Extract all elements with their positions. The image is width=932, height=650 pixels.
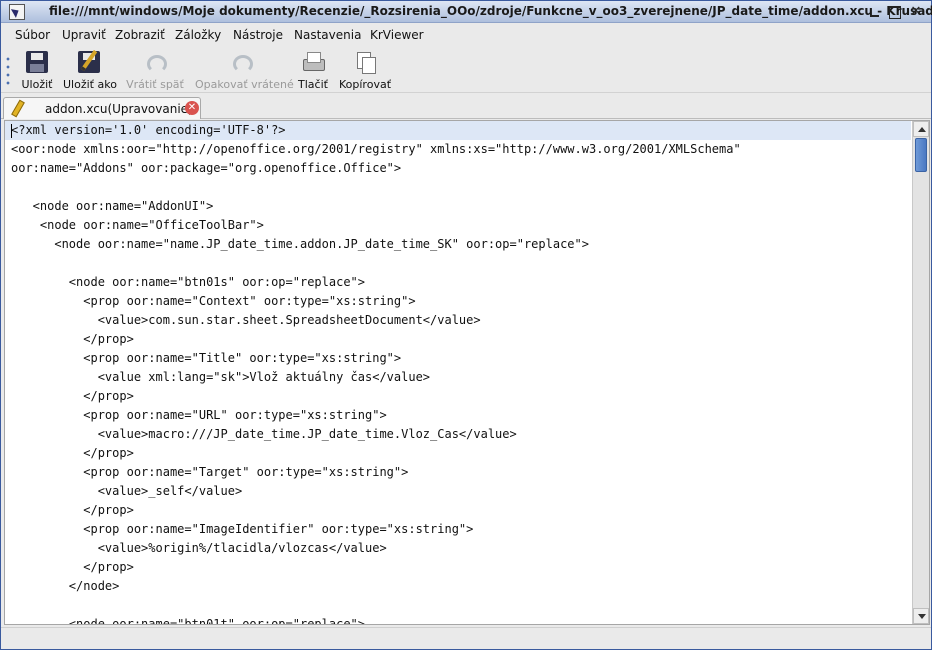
save-as-icon [78, 51, 100, 73]
code-line[interactable]: </prop> [5, 387, 911, 406]
code-line[interactable]: <value>macro:///JP_date_time.JP_date_tim… [5, 425, 911, 444]
code-line[interactable]: <value xml:lang="sk">Vlož aktuálny čas</… [5, 368, 911, 387]
code-line[interactable]: <prop oor:name="URL" oor:type="xs:string… [5, 406, 911, 425]
menu-zalozky[interactable]: Záložky [175, 28, 221, 42]
redo-icon [230, 51, 253, 73]
code-line[interactable]: <node oor:name="btn01t" oor:op="replace"… [5, 615, 911, 624]
save-as-button[interactable]: Uložiť ako [63, 51, 117, 91]
code-line[interactable]: <node oor:name="btn01s" oor:op="replace"… [5, 273, 911, 292]
maximize-button[interactable] [887, 4, 903, 20]
undo-icon [144, 51, 167, 73]
menu-zobrazit[interactable]: Zobraziť [115, 28, 165, 42]
close-button[interactable]: ✕ [908, 4, 924, 20]
krusader-editor-window: file:///mnt/windows/Moje dokumenty/Recen… [0, 0, 932, 650]
code-line[interactable]: </prop> [5, 558, 911, 577]
code-line[interactable]: <prop oor:name="Title" oor:type="xs:stri… [5, 349, 911, 368]
code-area[interactable]: <?xml version='1.0' encoding='UTF-8'?> <o… [5, 121, 911, 624]
code-line[interactable]: <value>_self</value> [5, 482, 911, 501]
print-button[interactable]: Tlačiť [297, 51, 329, 91]
code-line[interactable] [5, 254, 911, 273]
scroll-down-arrow-icon[interactable] [913, 608, 929, 624]
pencil-icon [10, 100, 22, 116]
code-line[interactable]: </prop> [5, 501, 911, 520]
save-as-label: Uložiť ako [63, 78, 117, 91]
vertical-scrollbar[interactable] [912, 121, 929, 624]
code-line[interactable]: </node> [5, 577, 911, 596]
printer-icon [302, 51, 325, 73]
code-line[interactable] [5, 596, 911, 615]
code-line[interactable]: <prop oor:name="Target" oor:type="xs:str… [5, 463, 911, 482]
code-line[interactable]: <value>%origin%/tlacidla/vlozcas</value> [5, 539, 911, 558]
menu-krviewer[interactable]: KrViewer [370, 28, 424, 42]
tab-bar: addon.xcu(Upravovanie) ✕ [1, 93, 931, 119]
code-line[interactable]: <?xml version='1.0' encoding='UTF-8'?> [5, 121, 911, 140]
code-line[interactable]: <prop oor:name="Context" oor:type="xs:st… [5, 292, 911, 311]
floppy-disk-icon [26, 51, 48, 73]
tab-close-icon[interactable]: ✕ [185, 101, 199, 115]
text-caret [11, 124, 12, 138]
redo-button[interactable]: Opakovať vrátené [195, 51, 294, 91]
code-line[interactable]: </prop> [5, 330, 911, 349]
status-bar [1, 627, 931, 649]
tab-addon-xcu[interactable]: addon.xcu(Upravovanie) ✕ [3, 97, 201, 119]
redo-label: Opakovať vrátené [195, 78, 294, 91]
menu-upravit[interactable]: Upraviť [62, 28, 106, 42]
toolbar-grip-handle[interactable] [6, 55, 10, 85]
minimize-button[interactable] [867, 4, 883, 20]
copy-icon [354, 51, 376, 74]
code-line[interactable]: <node oor:name="OfficeToolBar"> [5, 216, 911, 235]
scroll-up-arrow-icon[interactable] [913, 121, 929, 137]
scrollbar-thumb[interactable] [915, 138, 927, 172]
code-line[interactable]: <value>com.sun.star.sheet.SpreadsheetDoc… [5, 311, 911, 330]
menu-nastroje[interactable]: Nástroje [233, 28, 283, 42]
undo-label: Vrátiť späť [126, 78, 184, 91]
window-title: file:///mnt/windows/Moje dokumenty/Recen… [49, 4, 932, 18]
code-line[interactable]: <node oor:name="AddonUI"> [5, 197, 911, 216]
print-label: Tlačiť [298, 78, 328, 91]
menu-nastavenia[interactable]: Nastavenia [294, 28, 361, 42]
copy-button[interactable]: Kopírovať [339, 51, 391, 91]
title-bar[interactable]: file:///mnt/windows/Moje dokumenty/Recen… [1, 1, 932, 23]
toolbar: Uložiť Uložiť ako Vrátiť späť Opakovať v… [1, 47, 931, 93]
code-line[interactable]: oor:name="Addons" oor:package="org.openo… [5, 159, 911, 178]
code-line[interactable]: <oor:node xmlns:oor="http://openoffice.o… [5, 140, 911, 159]
text-editor[interactable]: <?xml version='1.0' encoding='UTF-8'?> <o… [4, 120, 930, 625]
tab-label: addon.xcu(Upravovanie) [45, 102, 193, 116]
menu-bar: Súbor Upraviť Zobraziť Záložky Nástroje … [1, 23, 931, 47]
menu-subor[interactable]: Súbor [15, 28, 50, 42]
code-line[interactable]: <node oor:name="name.JP_date_time.addon.… [5, 235, 911, 254]
save-label: Uložiť [21, 78, 53, 91]
undo-button[interactable]: Vrátiť späť [125, 51, 185, 91]
code-line[interactable]: <prop oor:name="ImageIdentifier" oor:typ… [5, 520, 911, 539]
app-icon[interactable] [9, 4, 25, 20]
code-line[interactable] [5, 178, 911, 197]
code-line[interactable]: </prop> [5, 444, 911, 463]
save-button[interactable]: Uložiť [21, 51, 53, 91]
copy-label: Kopírovať [339, 78, 392, 91]
